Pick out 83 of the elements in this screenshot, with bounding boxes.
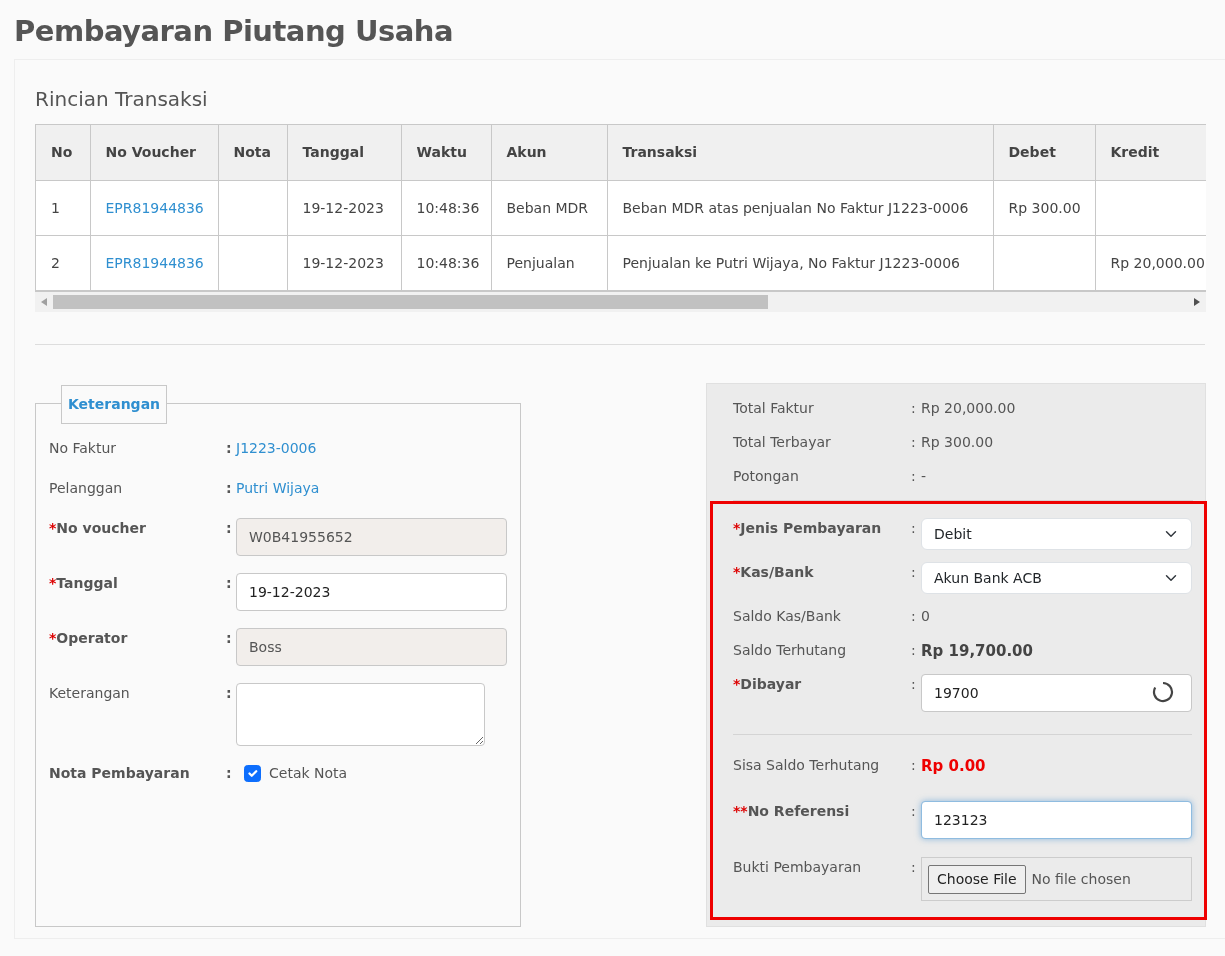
- colon: :: [911, 802, 917, 822]
- colon: :: [226, 574, 233, 594]
- colon: :: [226, 684, 233, 704]
- dropdown-field[interactable]: Akun Bank ACB: [921, 562, 1192, 595]
- field-value: Rp 0.00: [921, 757, 986, 776]
- table-cell: Rp 20,000.00: [1095, 235, 1206, 291]
- file-status-text: No file chosen: [1031, 869, 1131, 889]
- table-cell: 2: [36, 235, 90, 291]
- text-field[interactable]: 123123: [921, 801, 1192, 840]
- table-cell: 19-12-2023: [287, 235, 401, 291]
- colon: :: [911, 467, 917, 487]
- field-label: Potongan: [733, 467, 800, 487]
- text-field[interactable]: 19-12-2023: [236, 573, 507, 612]
- field-label: *Tanggal: [49, 574, 119, 594]
- table-cell: 1: [36, 180, 90, 236]
- file-upload-field[interactable]: Choose File No file chosen: [921, 857, 1192, 902]
- field-label: *Dibayar: [733, 675, 803, 695]
- field-label: Total Terbayar: [733, 433, 832, 453]
- table-cell: 10:48:36: [401, 235, 491, 291]
- column-header: Kredit: [1095, 124, 1206, 181]
- colon: :: [226, 479, 233, 499]
- table-cell: Penjualan: [491, 235, 607, 291]
- horizontal-scrollbar[interactable]: [35, 292, 1206, 313]
- section-title: Rincian Transaksi: [35, 85, 209, 113]
- column-header: Akun: [491, 124, 607, 181]
- field-label: Pelanggan: [49, 479, 124, 499]
- text-field[interactable]: W0B41955652: [236, 518, 507, 557]
- column-header: Tanggal: [287, 124, 401, 181]
- text-field[interactable]: 19700: [921, 674, 1192, 713]
- colon: :: [911, 675, 917, 695]
- fieldset-legend: Keterangan: [61, 385, 168, 425]
- notes-field[interactable]: [236, 683, 485, 747]
- column-header: No: [36, 124, 90, 181]
- choose-file-button[interactable]: Choose File: [928, 864, 1026, 894]
- field-label: Sisa Saldo Terhutang: [733, 756, 881, 776]
- column-header: No Voucher: [90, 124, 218, 181]
- dropdown-field[interactable]: Debit: [921, 518, 1192, 551]
- colon: :: [911, 519, 917, 539]
- field-label: No Faktur: [49, 439, 118, 459]
- field-value: Rp 20,000.00: [921, 400, 1016, 417]
- colon: :: [226, 764, 233, 784]
- text-field[interactable]: Boss: [236, 628, 507, 667]
- colon: :: [911, 433, 917, 453]
- colon: :: [911, 607, 917, 627]
- column-header: Waktu: [401, 124, 491, 181]
- table-cell: Beban MDR atas penjualan No Faktur J1223-0006: [607, 180, 993, 236]
- colon: :: [911, 563, 917, 583]
- column-header: Debet: [993, 124, 1095, 181]
- checkbox[interactable]: [244, 765, 261, 783]
- field-label: Saldo Kas/Bank: [733, 607, 842, 627]
- field-label: Nota Pembayaran: [49, 764, 191, 784]
- colon: :: [226, 519, 233, 539]
- colon: :: [911, 756, 917, 776]
- value-link[interactable]: Putri Wijaya: [236, 480, 320, 497]
- field-value: Rp 300.00: [921, 434, 994, 451]
- field-label: Keterangan: [49, 684, 131, 704]
- field-label: Saldo Terhutang: [733, 641, 848, 661]
- colon: :: [226, 629, 233, 649]
- column-header: Transaksi: [607, 124, 993, 181]
- field-value: 0: [921, 608, 930, 625]
- table-cell: 19-12-2023: [287, 180, 401, 236]
- column-header: Nota: [218, 124, 287, 181]
- colon: :: [226, 439, 233, 459]
- field-label: Bukti Pembayaran: [733, 858, 863, 878]
- colon: :: [911, 858, 917, 878]
- field-label: *Jenis Pembayaran: [733, 519, 883, 539]
- checkbox-label: Cetak Nota: [269, 764, 348, 784]
- table-cell: Beban MDR: [491, 180, 607, 236]
- field-value: -: [921, 468, 927, 485]
- field-value: Rp 19,700.00: [921, 642, 1033, 661]
- page-title: Pembayaran Piutang Usaha: [14, 14, 455, 49]
- scroll-right-icon[interactable]: [1194, 298, 1200, 307]
- field-label: **No Referensi: [733, 802, 851, 822]
- colon: :: [911, 641, 917, 661]
- field-label: *Kas/Bank: [733, 563, 815, 583]
- colon: :: [911, 399, 917, 419]
- table-cell: Rp 300.00: [993, 180, 1095, 236]
- table-cell: Penjualan ke Putri Wijaya, No Faktur J1223-0006: [607, 235, 993, 291]
- table-cell: 10:48:36: [401, 180, 491, 236]
- field-label: *Operator: [49, 629, 129, 649]
- field-label: *No voucher: [49, 519, 147, 539]
- field-label: Total Faktur: [733, 399, 815, 419]
- scroll-left-icon[interactable]: [41, 298, 47, 307]
